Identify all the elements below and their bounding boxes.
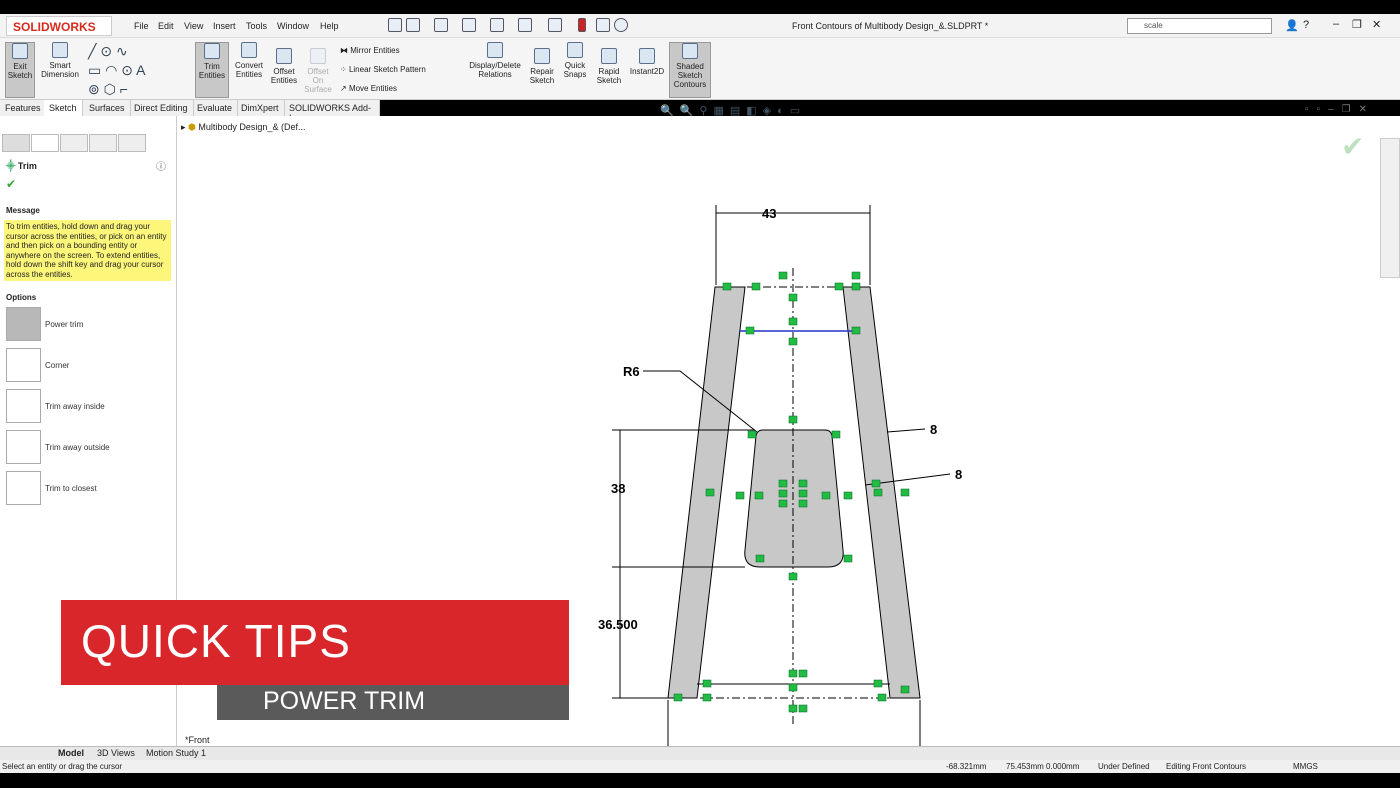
option-corner[interactable]: [6, 348, 41, 382]
status-x: -68.321mm: [946, 762, 987, 771]
dim-8-b[interactable]: 8: [955, 467, 962, 482]
status-bar: Select an entity or drag the cursor -68.…: [0, 760, 1400, 773]
status-hint: Select an entity or drag the cursor: [2, 762, 123, 771]
property-manager-tab[interactable]: [31, 134, 59, 152]
dim-36500[interactable]: 36.500: [598, 617, 638, 632]
message-text: To trim entities, hold down and drag you…: [4, 220, 171, 281]
dim-38[interactable]: 38: [611, 481, 625, 496]
dim-r6[interactable]: R6: [623, 364, 640, 379]
option-trim-away-outside[interactable]: [6, 430, 41, 464]
feature-manager-tab[interactable]: [2, 134, 30, 152]
help-icon[interactable]: ⓘ: [156, 158, 166, 173]
tab-3d-views[interactable]: 3D Views: [97, 748, 135, 758]
panel-title: ⸎ Trim: [6, 161, 37, 171]
trim-icon: ⸎: [6, 161, 18, 171]
ok-check-icon[interactable]: ✔: [6, 177, 16, 191]
tab-model[interactable]: Model: [58, 748, 84, 758]
dim-43[interactable]: 43: [762, 206, 776, 221]
option-power-trim[interactable]: [6, 307, 41, 341]
dim-8-leader-1: [886, 428, 926, 433]
dim-8-a[interactable]: 8: [930, 422, 937, 437]
bottom-tabs: Model 3D Views Motion Study 1: [0, 746, 1400, 760]
display-manager-tab[interactable]: [118, 134, 146, 152]
message-header[interactable]: Message: [6, 206, 40, 215]
option-trim-away-inside[interactable]: [6, 389, 41, 423]
tab-motion-study[interactable]: Motion Study 1: [146, 748, 206, 758]
status-definition: Under Defined: [1098, 762, 1150, 771]
status-yz: 75.453mm 0.000mm: [1006, 762, 1080, 771]
units-selector[interactable]: MMGS: [1293, 762, 1318, 771]
options-header[interactable]: Options: [6, 293, 36, 302]
option-trim-to-closest[interactable]: [6, 471, 41, 505]
dimxpert-manager-tab[interactable]: [89, 134, 117, 152]
quick-tips-banner: QUICK TIPS: [61, 600, 569, 685]
quick-tips-subtitle: POWER TRIM TRICKS: [217, 685, 569, 744]
configuration-manager-tab[interactable]: [60, 134, 88, 152]
status-editing: Editing Front Contours: [1166, 762, 1247, 771]
